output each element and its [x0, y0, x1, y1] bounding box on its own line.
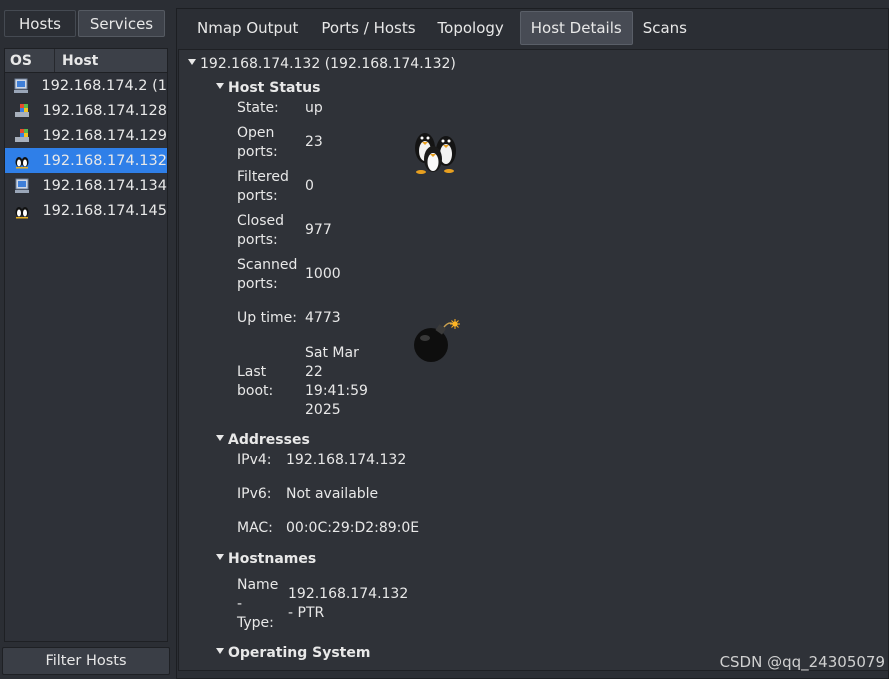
hosts-tab-button[interactable]: Hosts: [4, 10, 76, 37]
watermark: CSDN @qq_24305079: [719, 653, 885, 671]
linux-penguin-icon: [5, 203, 38, 219]
tab-host-details[interactable]: Host Details: [519, 11, 633, 45]
expand-triangle-icon: [216, 83, 224, 89]
last-boot-value: Sat Mar 22 19:41:59 2025: [305, 345, 368, 418]
tab-nmap-output[interactable]: Nmap Output: [187, 11, 308, 45]
services-tab-button[interactable]: Services: [78, 10, 165, 37]
mac-value: 00:0C:29:D2:89:0E: [286, 520, 420, 536]
closed-ports-value: 977: [305, 222, 332, 238]
open-ports-label: Open ports:: [237, 125, 278, 160]
open-ports-value: 23: [305, 134, 323, 150]
host-list: OS Host 192.168.174.2 (1 192.168.174.128…: [4, 48, 168, 642]
scanned-ports-value: 1000: [305, 266, 341, 282]
name-type-label: Name - Type:: [237, 577, 279, 631]
addresses-heading: Addresses: [228, 432, 310, 448]
host-list-header: OS Host: [5, 49, 167, 73]
host-row[interactable]: 192.168.174.134: [5, 173, 167, 198]
host-expander[interactable]: 192.168.174.132 (192.168.174.132): [188, 56, 456, 72]
host-row[interactable]: 192.168.174.128: [5, 98, 167, 123]
host-row[interactable]: 192.168.174.129: [5, 123, 167, 148]
scanned-ports-label: Scanned ports:: [237, 257, 298, 292]
host-row-selected[interactable]: 192.168.174.132: [5, 148, 167, 173]
host-ip: 192.168.174.129: [42, 127, 167, 144]
closed-ports-label: Closed ports:: [237, 213, 285, 248]
host-row[interactable]: 192.168.174.145: [5, 198, 167, 223]
state-label: State:: [237, 100, 279, 116]
addresses-expander[interactable]: Addresses: [216, 432, 310, 448]
state-value: up: [305, 100, 323, 116]
host-ip: 192.168.174.145: [42, 202, 167, 219]
windows-icon: [5, 78, 37, 94]
hostnames-expander[interactable]: Hostnames: [216, 551, 316, 567]
host-ip: 192.168.174.128: [42, 102, 167, 119]
ipv4-label: IPv4:: [237, 452, 272, 468]
windows-xp-icon: [5, 128, 38, 144]
tab-scans[interactable]: Scans: [633, 11, 697, 45]
host-ip: 192.168.174.132: [42, 152, 167, 169]
ipv6-value: Not available: [286, 486, 379, 502]
expand-triangle-icon: [216, 648, 224, 654]
operating-system-heading: Operating System: [228, 645, 371, 661]
uptime-value: 4773: [305, 310, 341, 326]
hostnames-heading: Hostnames: [228, 551, 317, 567]
expand-triangle-icon: [188, 59, 196, 65]
expand-triangle-icon: [216, 554, 224, 560]
host-status-heading: Host Status: [228, 80, 321, 96]
tab-ports-hosts[interactable]: Ports / Hosts: [311, 11, 425, 45]
filter-hosts-button[interactable]: Filter Hosts: [2, 647, 170, 675]
host-ip: 192.168.174.2 (1: [41, 77, 167, 94]
linux-penguins-icon: [411, 126, 461, 180]
host-details-view: 192.168.174.132 (192.168.174.132) Host S…: [178, 49, 889, 671]
windows-xp-icon: [5, 103, 38, 119]
windows-icon: [5, 178, 38, 194]
ipv4-value: 192.168.174.132: [286, 452, 407, 468]
host-ip: 192.168.174.134: [42, 177, 167, 194]
column-header-host[interactable]: Host: [55, 49, 167, 72]
column-header-os[interactable]: OS: [5, 49, 55, 72]
hosts-panel: Hosts Services OS Host 192.168.174.2 (1 …: [0, 0, 172, 679]
tab-topology[interactable]: Topology: [428, 11, 514, 45]
bomb-icon: [411, 318, 463, 370]
host-title: 192.168.174.132 (192.168.174.132): [200, 56, 456, 72]
main-panel: Nmap Output Ports / Hosts Topology Host …: [176, 8, 889, 679]
host-status-expander[interactable]: Host Status: [216, 80, 320, 96]
last-boot-label: Last boot:: [237, 364, 274, 399]
main-tabs: Nmap Output Ports / Hosts Topology Host …: [179, 11, 697, 45]
uptime-label: Up time:: [237, 310, 297, 326]
filtered-ports-label: Filtered ports:: [237, 169, 289, 204]
linux-penguin-icon: [5, 153, 38, 169]
expand-triangle-icon: [216, 435, 224, 441]
name-type-value: 192.168.174.132- PTR: [288, 586, 409, 621]
mac-label: MAC:: [237, 520, 273, 536]
operating-system-expander[interactable]: Operating System: [216, 645, 370, 661]
host-row[interactable]: 192.168.174.2 (1: [5, 73, 167, 98]
filtered-ports-value: 0: [305, 178, 314, 194]
ipv6-label: IPv6:: [237, 486, 272, 502]
